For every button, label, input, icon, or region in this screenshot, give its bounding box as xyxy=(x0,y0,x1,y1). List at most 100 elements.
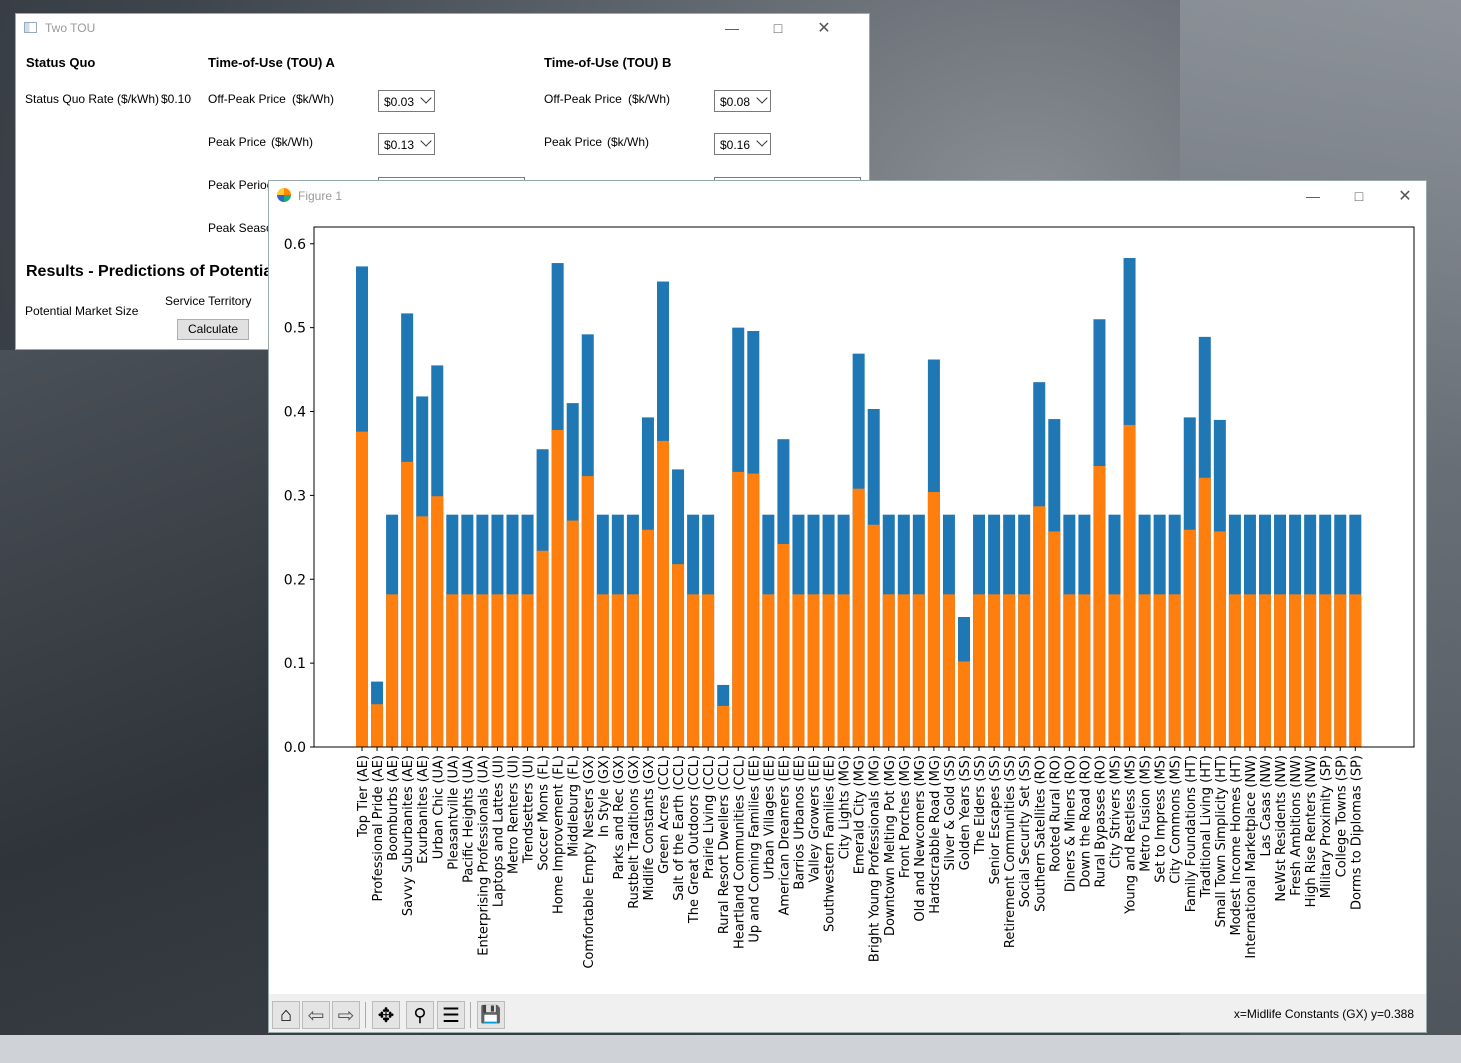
bar-part xyxy=(1319,594,1332,747)
bar-part xyxy=(1259,594,1271,747)
tou-b-header: Time-of-Use (TOU) B xyxy=(544,55,672,70)
chevron-down-icon xyxy=(756,135,768,147)
bar-part xyxy=(1138,594,1151,747)
bar-part xyxy=(506,594,519,747)
tou-b-peak-value: $0.16 xyxy=(720,138,751,152)
zoom-icon[interactable]: ⚲ xyxy=(406,1001,434,1029)
back-icon[interactable]: ⇦ xyxy=(302,1001,330,1029)
bar-part xyxy=(1003,594,1016,747)
tou-b-offpeak-label: Off-Peak Price xyxy=(544,92,622,106)
x-tick-label: Family Foundations (HT) xyxy=(1184,755,1199,912)
bar-part xyxy=(1213,531,1226,747)
bar-part xyxy=(521,594,534,747)
tou-a-header: Time-of-Use (TOU) A xyxy=(208,55,335,70)
x-tick-label: Social Security Set (SS) xyxy=(1018,755,1033,907)
close-icon[interactable]: ✕ xyxy=(1382,182,1428,210)
bar-part xyxy=(626,594,639,747)
status-quo-header: Status Quo xyxy=(26,55,96,70)
bar-part xyxy=(672,564,685,747)
minimize-icon[interactable]: — xyxy=(1290,182,1336,210)
x-tick-label: Rooted Rural (RO) xyxy=(1048,755,1063,872)
x-tick-label: Barrios Urbanos (EE) xyxy=(792,755,807,890)
tou-a-peak-period-label: Peak Period xyxy=(208,178,274,192)
bar-part xyxy=(1289,594,1302,747)
figure-window[interactable]: Figure 1 — □ ✕ 0.0 0.1 0.2 0.3 0.4 0.5 0.6 Top … xyxy=(268,180,1427,1033)
tou-b-offpeak-unit: ($k/Wh) xyxy=(628,92,670,106)
bar-part xyxy=(897,594,910,747)
bar-part xyxy=(1334,594,1347,747)
bar-part xyxy=(1198,477,1211,747)
x-tick-label: Boomburbs (AE) xyxy=(386,755,401,861)
x-tick-label: Modest Income Homes (HT) xyxy=(1229,755,1244,936)
bar-part xyxy=(867,524,880,747)
tou-b-peak-unit: ($k/Wh) xyxy=(607,135,649,149)
home-icon[interactable]: ⌂ xyxy=(272,1001,300,1029)
x-tick-label: Rural Bypasses (RO) xyxy=(1093,755,1108,887)
x-tick-label: Professional Pride (AE) xyxy=(371,755,386,901)
bar-part xyxy=(401,461,414,747)
x-tick-label: Laptops and Lattes (UI) xyxy=(491,755,506,907)
tou-window-titlebar[interactable]: Two TOU — □ ✕ xyxy=(16,14,869,42)
bar-chart[interactable]: 0.0 0.1 0.2 0.3 0.4 0.5 0.6 Top Tier (AE) Profes… xyxy=(269,211,1426,994)
x-tick-label: City Lights (MG) xyxy=(838,755,853,859)
tou-a-peak-unit: ($k/Wh) xyxy=(271,135,313,149)
y-tick-label: 0.2 xyxy=(284,572,306,588)
x-tick-label: City Commons (MS) xyxy=(1169,755,1184,884)
bar-part xyxy=(732,471,745,747)
chevron-down-icon xyxy=(420,135,432,147)
forward-icon[interactable]: ⇨ xyxy=(332,1001,360,1029)
bar-part xyxy=(356,431,368,747)
bar-part xyxy=(1033,506,1046,747)
x-tick-label: Rural Resort Dwellers (CCL) xyxy=(717,755,732,934)
x-tick-label: Middleburg (FL) xyxy=(567,755,582,857)
save-icon[interactable]: 💾 xyxy=(477,1001,505,1029)
bar-part xyxy=(717,705,730,747)
tou-b-peak-select[interactable]: $0.16 xyxy=(714,133,771,155)
x-tick-label: Fresh Ambitions (NW) xyxy=(1289,755,1304,896)
x-tick-label: Small Town Simplicity (HT) xyxy=(1214,755,1229,927)
bar-part xyxy=(416,516,429,747)
maximize-icon[interactable]: □ xyxy=(1336,182,1382,210)
bar-part xyxy=(837,594,850,747)
chevron-down-icon xyxy=(420,92,432,104)
bar-part xyxy=(386,594,399,747)
x-tick-label: Southwestern Families (EE) xyxy=(823,755,838,932)
bar-part xyxy=(1168,594,1181,747)
x-tick-label: Young and Restless (MS) xyxy=(1124,755,1139,915)
pan-icon[interactable]: ✥ xyxy=(372,1001,400,1029)
calculate-button[interactable]: Calculate xyxy=(177,319,249,340)
bar-part xyxy=(762,594,775,747)
tou-a-offpeak-select[interactable]: $0.03 xyxy=(378,90,435,112)
x-tick-label: Parks and Rec (GX) xyxy=(612,755,627,879)
tou-a-peak-value: $0.13 xyxy=(384,138,415,152)
y-tick-label: 0.5 xyxy=(284,321,306,337)
minimize-icon[interactable]: — xyxy=(709,14,755,42)
tou-a-offpeak-label: Off-Peak Price xyxy=(208,92,286,106)
configure-icon[interactable]: ☰ xyxy=(437,1001,465,1029)
close-icon[interactable]: ✕ xyxy=(801,14,847,42)
desktop-bottom-strip xyxy=(0,1035,1461,1063)
bar-part xyxy=(461,594,474,747)
x-tick-label: Old and Newcomers (MG) xyxy=(913,755,928,922)
x-tick-label: American Dreamers (EE) xyxy=(777,755,792,916)
bar-part xyxy=(596,594,609,747)
bar-part xyxy=(476,594,489,747)
x-tick-label: Heartland Communities (CCL) xyxy=(732,755,747,949)
x-tick-label: Valley Growers (EE) xyxy=(808,755,823,882)
bar-part xyxy=(431,496,444,747)
bar-part xyxy=(1228,594,1241,747)
bar-part xyxy=(927,492,940,747)
matplotlib-icon xyxy=(277,188,291,202)
figure-window-titlebar[interactable]: Figure 1 — □ ✕ xyxy=(269,181,1426,211)
tou-b-offpeak-select[interactable]: $0.08 xyxy=(714,90,771,112)
x-tick-label: Traditional Living (HT) xyxy=(1199,755,1214,898)
bar-part xyxy=(566,520,579,747)
x-tick-label: High Rise Renters (NW) xyxy=(1304,755,1319,907)
maximize-icon[interactable]: □ xyxy=(755,14,801,42)
bar-part xyxy=(491,594,504,747)
bar-part xyxy=(1153,594,1166,747)
bar-part xyxy=(536,550,549,747)
navigation-toolbar: ⌂ ⇦ ⇨ ✥ ⚲ ☰ 💾 x=Midlife Constants (GX) y… xyxy=(269,994,1426,1032)
tou-a-peak-select[interactable]: $0.13 xyxy=(378,133,435,155)
x-tick-label: Set to Impress (MS) xyxy=(1154,755,1169,883)
